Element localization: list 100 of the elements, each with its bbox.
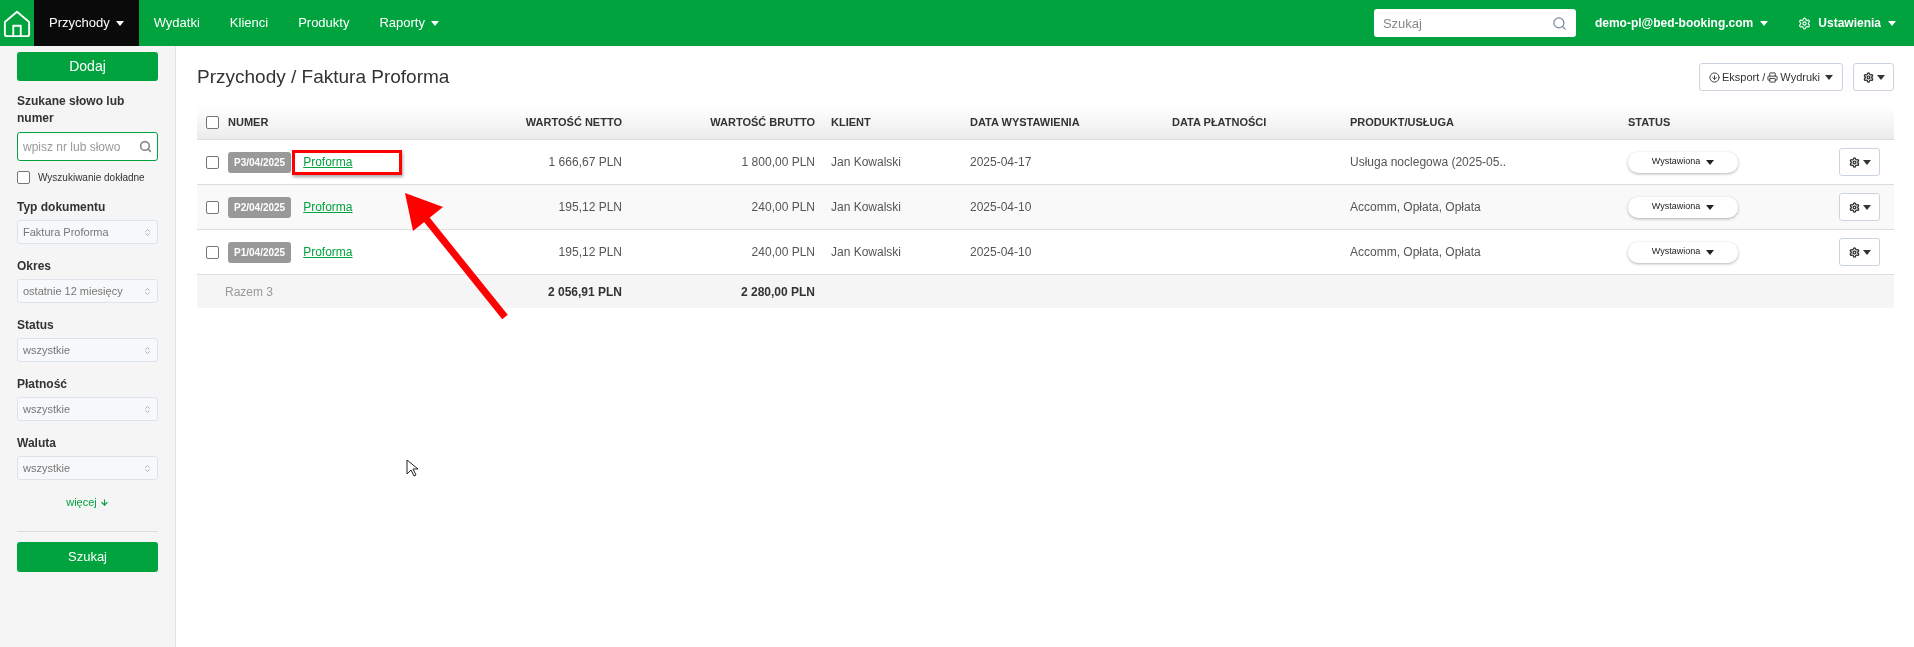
total-cell-text: 2 056,91 PLN: [547, 283, 623, 301]
column-header: DATA PŁATNOŚCI: [1171, 115, 1268, 131]
search-button[interactable]: Szukaj: [17, 541, 158, 572]
row-settings-button[interactable]: [1839, 148, 1880, 176]
nav-tab[interactable]: Raporty: [364, 0, 454, 46]
total-label: Razem 3: [224, 283, 275, 301]
select-field[interactable]: wszystkie: [17, 397, 158, 421]
filter-label: Okres: [17, 258, 53, 275]
mouse-cursor-icon: [406, 459, 418, 477]
settings-button[interactable]: [1853, 63, 1894, 91]
select-field[interactable]: wszystkie: [17, 456, 158, 480]
caret-icon: [1888, 20, 1896, 26]
checkbox[interactable]: [206, 245, 219, 259]
gear-icon: [1848, 246, 1860, 258]
export-print-button[interactable]: Eksport / Wydruki: [1698, 63, 1843, 91]
number-badge: P1/04/2025: [228, 241, 292, 263]
column-header: WARTOŚĆ BRUTTO: [710, 115, 816, 131]
gear-icon: [1848, 201, 1860, 213]
caret-icon: [1706, 204, 1715, 210]
caret-icon: [1760, 20, 1769, 26]
document-link[interactable]: Proforma: [303, 198, 353, 216]
total-cell-text: 2 280,00 PLN: [740, 283, 816, 301]
nav-tab[interactable]: Produkty: [283, 0, 365, 46]
status-dropdown[interactable]: Wystawiona: [1628, 151, 1738, 173]
table-cell-text: Jan Kowalski: [830, 244, 903, 261]
updown-icon: [143, 285, 152, 297]
column-header: KLIENT: [830, 115, 872, 131]
checkbox-label: Wyszukiwanie dokładne: [38, 171, 145, 185]
select-field[interactable]: ostatnie 12 miesięcy: [17, 279, 158, 303]
row-settings-button[interactable]: [1839, 238, 1880, 266]
house-icon[interactable]: [3, 9, 31, 37]
search-icon: [139, 140, 152, 153]
document-link[interactable]: Proforma: [303, 243, 353, 261]
table-cell-text: Accomm, Opłata, Opłata: [1349, 244, 1482, 261]
number-badge: P2/04/2025: [228, 196, 292, 218]
table-cell-text: 195,12 PLN: [558, 244, 623, 261]
nav-tab[interactable]: Wydatki: [138, 0, 215, 46]
table-cell-text: 195,12 PLN: [558, 199, 623, 216]
table-cell-text: 1 666,67 PLN: [548, 154, 623, 171]
printer-icon: [1767, 71, 1779, 83]
checkbox[interactable]: [206, 155, 219, 169]
table-cell-text: 240,00 PLN: [751, 244, 816, 261]
filter-label: Płatność: [17, 376, 68, 393]
table-cell-text: 240,00 PLN: [751, 199, 816, 216]
keyword-field[interactable]: wpisz nr lub słowo: [23, 133, 139, 160]
caret-icon: [1706, 249, 1715, 255]
column-header: PRODUKT/USŁUGA: [1349, 115, 1455, 131]
add-button[interactable]: Dodaj: [17, 52, 158, 81]
table-cell-text: Jan Kowalski: [830, 199, 903, 216]
column-header: STATUS: [1627, 115, 1672, 131]
row-settings-button[interactable]: [1839, 193, 1880, 221]
more-link[interactable]: więcej: [66, 494, 109, 511]
caret-icon: [1862, 204, 1871, 210]
status-dropdown[interactable]: Wystawiona: [1628, 241, 1738, 263]
updown-icon: [143, 226, 152, 238]
caret-icon: [115, 20, 124, 26]
table-cell-text: 2025-04-17: [969, 154, 1033, 171]
updown-icon: [143, 344, 152, 356]
checkbox[interactable]: [206, 200, 219, 214]
updown-icon: [143, 462, 152, 474]
caret-icon: [1862, 159, 1871, 165]
table-cell-text: 1 800,00 PLN: [741, 154, 816, 171]
document-link[interactable]: Proforma: [303, 153, 353, 171]
updown-icon: [143, 403, 152, 415]
gear-icon: [1862, 71, 1874, 83]
number-badge: P3/04/2025: [228, 151, 292, 173]
page-title: Przychody / Faktura Proforma: [197, 64, 450, 89]
caret-icon: [1706, 159, 1715, 165]
filter-label: Waluta: [17, 435, 57, 452]
account-menu[interactable]: demo-pl@bed-booking.com: [1594, 0, 1769, 46]
search-icon: [1551, 15, 1567, 31]
checkbox[interactable]: [206, 116, 219, 129]
keyword-box[interactable]: wpisz nr lub słowo: [17, 132, 158, 161]
settings-menu[interactable]: Ustawienia: [1798, 0, 1896, 46]
caret-icon: [1862, 249, 1871, 255]
nav-tab[interactable]: Klienci: [214, 0, 284, 46]
gear-icon: [1798, 16, 1812, 30]
table-cell-text: Usługa noclegowa (2025-05..: [1349, 154, 1508, 171]
caret-icon: [1825, 74, 1833, 80]
table-cell-text: Jan Kowalski: [830, 154, 903, 171]
status-dropdown[interactable]: Wystawiona: [1628, 196, 1738, 218]
select-field[interactable]: wszystkie: [17, 338, 158, 362]
nav-tab[interactable]: Przychody: [34, 0, 139, 46]
arrow-down-icon: [99, 497, 109, 507]
table-cell-text: Accomm, Opłata, Opłata: [1349, 199, 1482, 216]
filter-label: Status: [17, 317, 55, 334]
search-field[interactable]: Szukaj: [1382, 9, 1552, 37]
search-label: Szukane słowo lub numer: [17, 93, 126, 127]
table-cell-text: 2025-04-10: [969, 244, 1033, 261]
column-header: DATA WYSTAWIENIA: [969, 115, 1081, 131]
download-icon: [1708, 71, 1720, 83]
select-field[interactable]: Faktura Proforma: [17, 220, 158, 244]
gear-icon: [1848, 156, 1860, 168]
table-cell-text: 2025-04-10: [969, 199, 1033, 216]
caret-icon: [430, 20, 439, 26]
search-box[interactable]: Szukaj: [1373, 9, 1576, 37]
column-header: NUMER: [228, 115, 269, 131]
caret-icon: [1876, 74, 1885, 80]
column-header: WARTOŚĆ NETTO: [525, 115, 623, 131]
checkbox[interactable]: [17, 171, 30, 184]
